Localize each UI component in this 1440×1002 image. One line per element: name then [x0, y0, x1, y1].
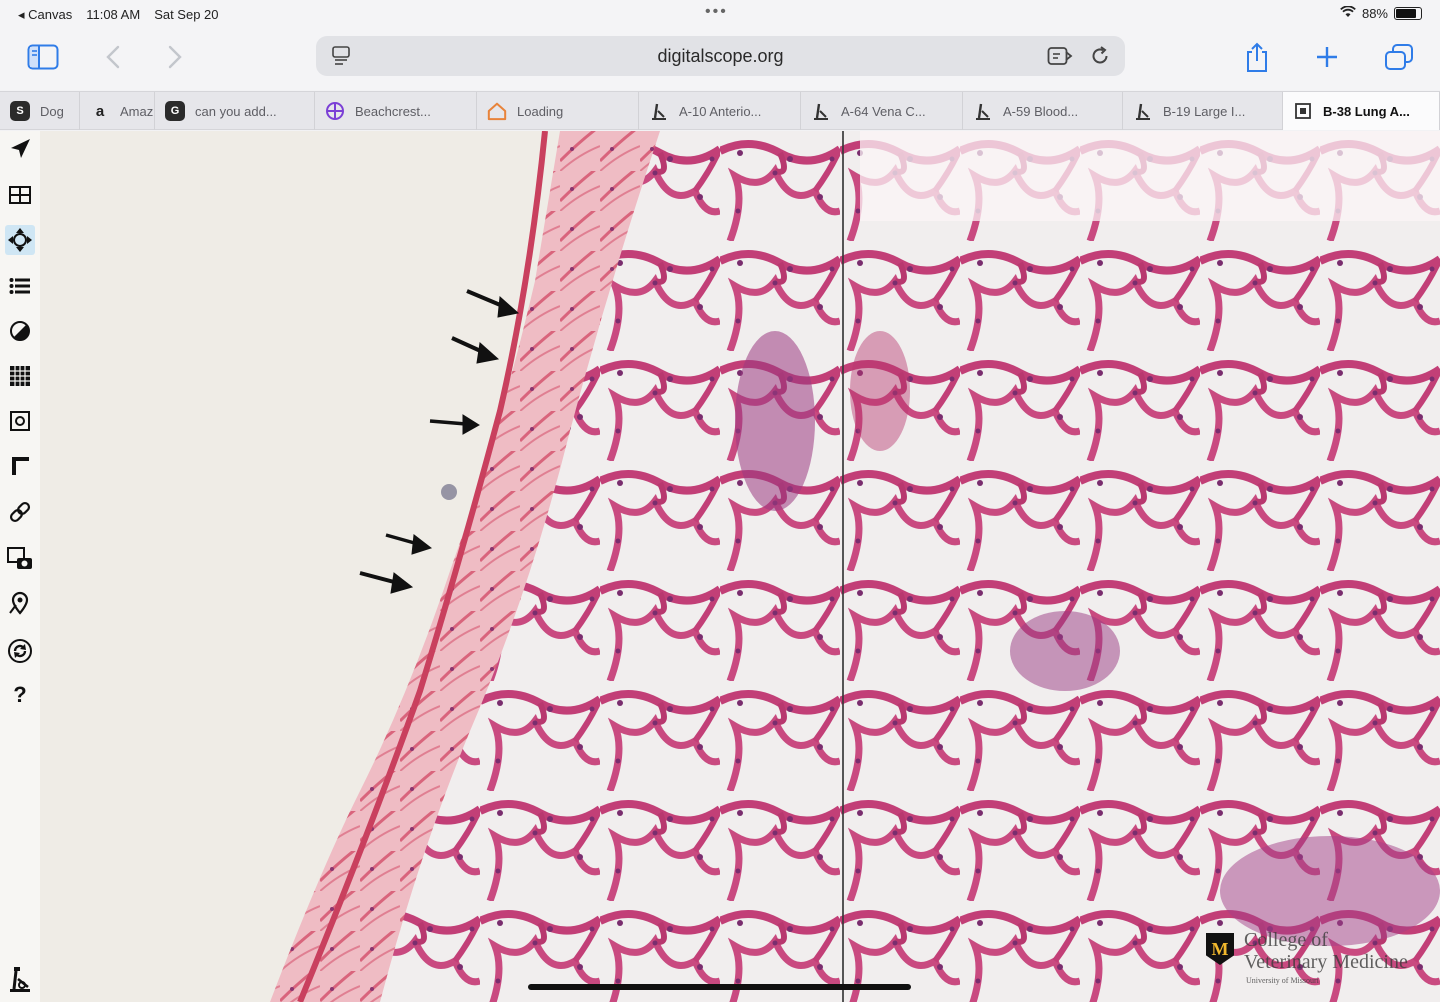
navigate-icon[interactable]	[5, 134, 35, 164]
split-view-divider[interactable]	[842, 131, 844, 1002]
help-icon[interactable]: ?	[5, 680, 35, 710]
wifi-icon	[1340, 5, 1356, 21]
lung-histology-image[interactable]	[0, 131, 1440, 1002]
slide-viewer[interactable]: ? M College of Veterinary Medicine Unive…	[0, 131, 1440, 1002]
tab-label: Loading	[517, 103, 564, 119]
browser-tab[interactable]: Loading	[477, 92, 639, 130]
home-icon	[487, 101, 507, 121]
tab-favicon-icon: S	[10, 101, 30, 121]
browser-tab[interactable]: Gcan you add...	[155, 92, 315, 130]
logo-line-3: University of Missouri	[1246, 976, 1319, 985]
link-icon[interactable]	[5, 497, 35, 527]
university-shield-icon: M	[1206, 933, 1234, 965]
microscope-icon	[649, 101, 669, 121]
sync-icon[interactable]	[5, 636, 35, 666]
battery-percent: 88%	[1361, 6, 1388, 21]
tab-favicon-icon: a	[95, 102, 105, 120]
tab-strip: S Dog a Amaz Gcan you add... Beachcrest... Loa…	[0, 91, 1440, 130]
tab-label: Dog	[40, 103, 64, 119]
logo-line-2: Veterinary Medicine	[1244, 951, 1408, 973]
status-bar: ◂ Canvas 11:08 AM Sat Sep 20 ••• 88%	[0, 0, 1440, 30]
browser-tab[interactable]: B-19 Large I...	[1123, 92, 1283, 130]
url-text[interactable]: digitalscope.org	[316, 46, 1125, 67]
college-logo: M College of Veterinary Medicine Univers…	[1206, 929, 1436, 991]
browser-tab[interactable]: A-64 Vena C...	[801, 92, 963, 130]
browser-tab[interactable]: a Amaz	[80, 92, 155, 130]
tab-label: A-10 Anterio...	[679, 103, 762, 119]
microscope-icon[interactable]	[5, 964, 35, 994]
grid-icon[interactable]	[5, 361, 35, 391]
status-date: Sat Sep 20	[154, 7, 219, 22]
browser-tab[interactable]: A-59 Blood...	[963, 92, 1123, 130]
reader-extension-icon[interactable]	[1047, 46, 1073, 71]
address-bar[interactable]: digitalscope.org	[316, 36, 1125, 76]
globe-icon	[325, 101, 345, 121]
corner-icon[interactable]	[5, 451, 35, 481]
pin-icon[interactable]	[5, 588, 35, 618]
microscope-icon	[973, 101, 993, 121]
battery-icon	[1394, 7, 1422, 20]
multitasking-dots[interactable]: •••	[705, 3, 728, 21]
layout-icon[interactable]	[5, 180, 35, 210]
tab-label: Amaz	[120, 103, 154, 119]
tab-label: B-38 Lung A...	[1323, 103, 1410, 119]
sidebar-toggle-icon[interactable]	[26, 42, 60, 72]
reload-icon[interactable]	[1089, 45, 1111, 72]
microscope-icon	[811, 101, 831, 121]
logo-line-1: College of	[1244, 929, 1328, 951]
contrast-icon[interactable]	[5, 316, 35, 346]
pan-zoom-icon[interactable]	[5, 225, 35, 255]
tab-label: A-64 Vena C...	[841, 103, 926, 119]
tab-label: B-19 Large I...	[1163, 103, 1246, 119]
list-icon[interactable]	[5, 271, 35, 301]
browser-tab[interactable]: S Dog	[0, 92, 80, 130]
tab-label: Beachcrest...	[355, 103, 431, 119]
browser-tab[interactable]: B-38 Lung A...	[1283, 92, 1440, 130]
new-tab-icon[interactable]	[1310, 42, 1344, 72]
browser-tab[interactable]: A-10 Anterio...	[639, 92, 801, 130]
tab-favicon-icon: G	[165, 101, 185, 121]
back-button[interactable]	[96, 42, 130, 72]
snapshot-icon[interactable]	[5, 544, 35, 574]
home-indicator[interactable]	[528, 984, 911, 990]
tab-overview-icon[interactable]	[1382, 42, 1416, 72]
browser-tab[interactable]: Beachcrest...	[315, 92, 477, 130]
slide-icon	[1293, 101, 1313, 121]
tab-label: can you add...	[195, 103, 277, 119]
viewer-tool-rail: ?	[0, 131, 40, 1002]
focus-icon[interactable]	[5, 406, 35, 436]
microscope-icon	[1133, 101, 1153, 121]
status-time: 11:08 AM	[86, 7, 141, 22]
tab-label: A-59 Blood...	[1003, 103, 1079, 119]
forward-button[interactable]	[158, 42, 192, 72]
back-to-app-link[interactable]: ◂ Canvas	[18, 7, 72, 23]
share-icon[interactable]	[1240, 42, 1274, 72]
browser-toolbar: digitalscope.org	[0, 30, 1440, 90]
